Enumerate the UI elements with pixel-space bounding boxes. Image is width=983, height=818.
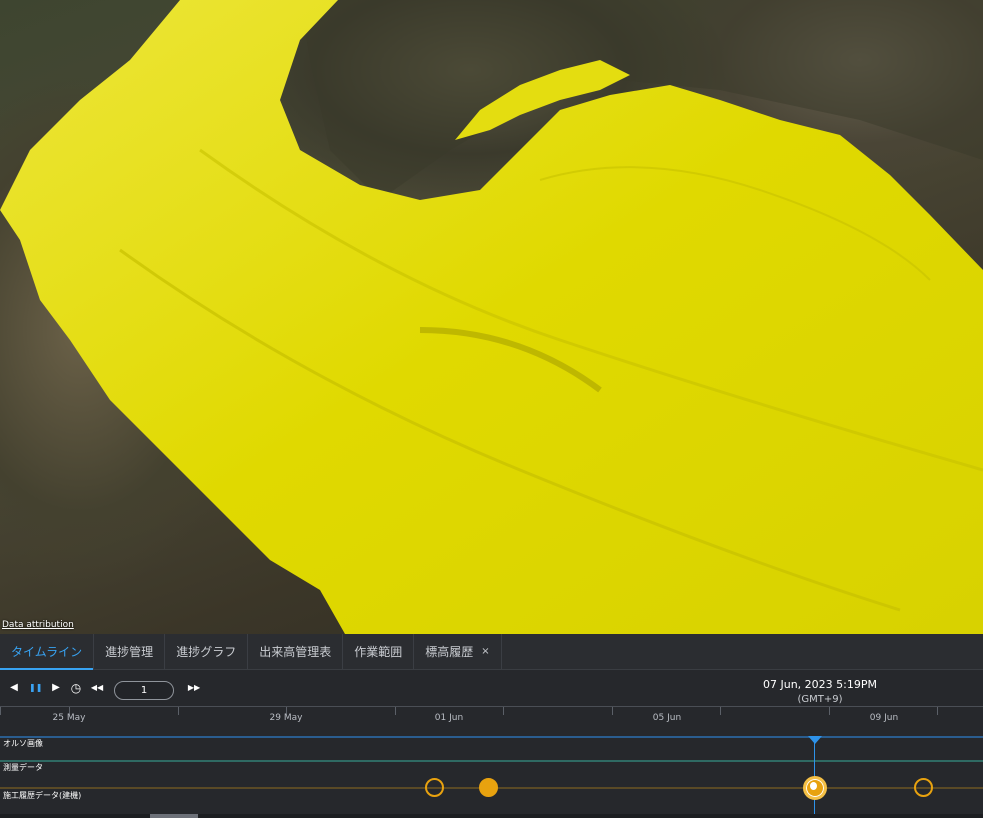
track-line bbox=[0, 760, 983, 762]
selected-event-marker[interactable] bbox=[803, 776, 827, 800]
timeline-panel: タイムライン 進捗管理 進捗グラフ 出来高管理表 作業範囲 標高履歴 × ◀ ❚❚… bbox=[0, 634, 983, 818]
timezone-label: (GMT+9) bbox=[797, 694, 843, 705]
time-ruler[interactable]: 25 May 29 May 01 Jun 05 Jun 09 Jun bbox=[0, 706, 983, 734]
play-icon[interactable]: ▶ bbox=[50, 682, 62, 694]
ruler-tick bbox=[0, 707, 1, 715]
track-line bbox=[0, 736, 983, 738]
tab-volume-table[interactable]: 出来高管理表 bbox=[248, 634, 344, 669]
ruler-label: 25 May bbox=[52, 713, 86, 723]
ruler-tick bbox=[937, 707, 938, 715]
ruler-label: 29 May bbox=[269, 713, 303, 723]
step-back-icon[interactable]: ◀ bbox=[8, 682, 20, 694]
ruler-tick bbox=[503, 707, 504, 715]
track-ortho-image[interactable]: オルソ画像 bbox=[0, 734, 983, 756]
tab-progress-management[interactable]: 進捗管理 bbox=[94, 634, 166, 669]
current-time-label: 07 Jun, 2023 5:19PM bbox=[763, 678, 877, 691]
panel-tabs: タイムライン 進捗管理 進捗グラフ 出来高管理表 作業範囲 標高履歴 × bbox=[0, 634, 983, 670]
tab-label: 作業範囲 bbox=[354, 645, 403, 659]
scroll-thumb[interactable] bbox=[150, 814, 198, 818]
track-label: オルソ画像 bbox=[3, 739, 43, 748]
track-label: 測量データ bbox=[3, 763, 43, 772]
fast-forward-icon[interactable]: ▶▶ bbox=[186, 682, 202, 694]
tab-elevation-history[interactable]: 標高履歴 × bbox=[414, 634, 502, 669]
ruler-label: 05 Jun bbox=[652, 713, 682, 723]
ruler-tick bbox=[829, 707, 830, 715]
ruler-tick bbox=[178, 707, 179, 715]
ruler-label: 09 Jun bbox=[869, 713, 899, 723]
close-icon[interactable]: × bbox=[481, 646, 489, 657]
clock-icon[interactable]: ◷ bbox=[70, 682, 82, 694]
track-label: 施工履歴データ(建機) bbox=[3, 791, 82, 800]
ruler-tick bbox=[612, 707, 613, 715]
data-attribution-link[interactable]: Data attribution bbox=[2, 620, 74, 630]
ruler-tick bbox=[720, 707, 721, 715]
tab-label: 出来高管理表 bbox=[259, 645, 332, 659]
tab-label: 標高履歴 bbox=[425, 645, 474, 659]
playhead-handle[interactable] bbox=[808, 736, 822, 744]
tab-label: 進捗管理 bbox=[105, 645, 154, 659]
track-survey-data[interactable]: 測量データ bbox=[0, 758, 983, 780]
speed-input[interactable]: 1 bbox=[114, 681, 174, 700]
timeline-event-marker[interactable] bbox=[914, 778, 933, 797]
terrain-overlay bbox=[0, 0, 983, 634]
map-viewport[interactable]: Data attribution bbox=[0, 0, 983, 634]
ruler-label: 01 Jun bbox=[434, 713, 464, 723]
pause-icon[interactable]: ❚❚ bbox=[29, 682, 42, 694]
timeline-event-marker[interactable] bbox=[479, 778, 498, 797]
tab-label: 進捗グラフ bbox=[176, 645, 237, 659]
ruler-tick bbox=[395, 707, 396, 715]
tab-label: タイムライン bbox=[11, 645, 83, 659]
rewind-icon[interactable]: ◀◀ bbox=[89, 682, 105, 694]
tab-timeline[interactable]: タイムライン bbox=[0, 634, 95, 670]
tab-work-area[interactable]: 作業範囲 bbox=[343, 634, 415, 669]
tab-progress-graph[interactable]: 進捗グラフ bbox=[165, 634, 249, 669]
timeline-scrollbar[interactable] bbox=[0, 814, 983, 818]
timeline-event-marker[interactable] bbox=[425, 778, 444, 797]
